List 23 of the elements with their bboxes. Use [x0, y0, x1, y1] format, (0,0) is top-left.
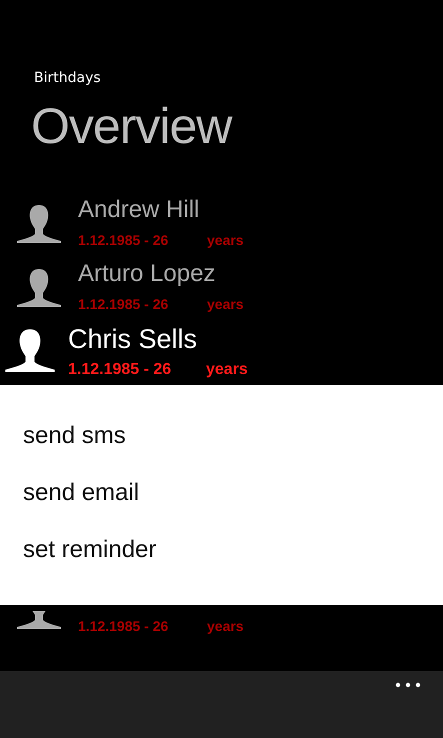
contact-name: Arturo Lopez — [78, 259, 216, 289]
person-icon — [16, 267, 62, 307]
birth-date: 1.12.1985 - 26 — [68, 361, 172, 379]
person-icon — [16, 611, 62, 629]
more-icon[interactable] — [395, 682, 421, 688]
age-unit: years — [207, 295, 244, 313]
contact-row[interactable]: Arturo Lopez 1.12.1985 - 26 years — [0, 259, 443, 323]
contact-name: Andrew Hill — [78, 195, 200, 225]
age-unit: years — [207, 231, 244, 249]
birth-date: 1.12.1985 - 26 — [78, 295, 170, 313]
birth-date: 1.12.1985 - 26 — [78, 231, 170, 249]
app-title: Birthdays — [33, 69, 102, 87]
person-icon — [16, 203, 62, 243]
age-unit: years — [207, 617, 244, 635]
menu-item[interactable]: send sms — [23, 421, 126, 451]
age-unit: years — [206, 361, 248, 379]
birth-date: 1.12.1985 - 26 — [78, 617, 170, 635]
contact-name: Chris Sells — [68, 323, 198, 355]
person-icon — [4, 327, 56, 372]
menu-item[interactable]: set reminder — [23, 535, 156, 565]
menu-item[interactable]: send email — [23, 478, 140, 508]
page-title: Overview — [30, 97, 234, 156]
contact-row[interactable]: Andrew Hill 1.12.1985 - 26 years — [0, 195, 443, 259]
